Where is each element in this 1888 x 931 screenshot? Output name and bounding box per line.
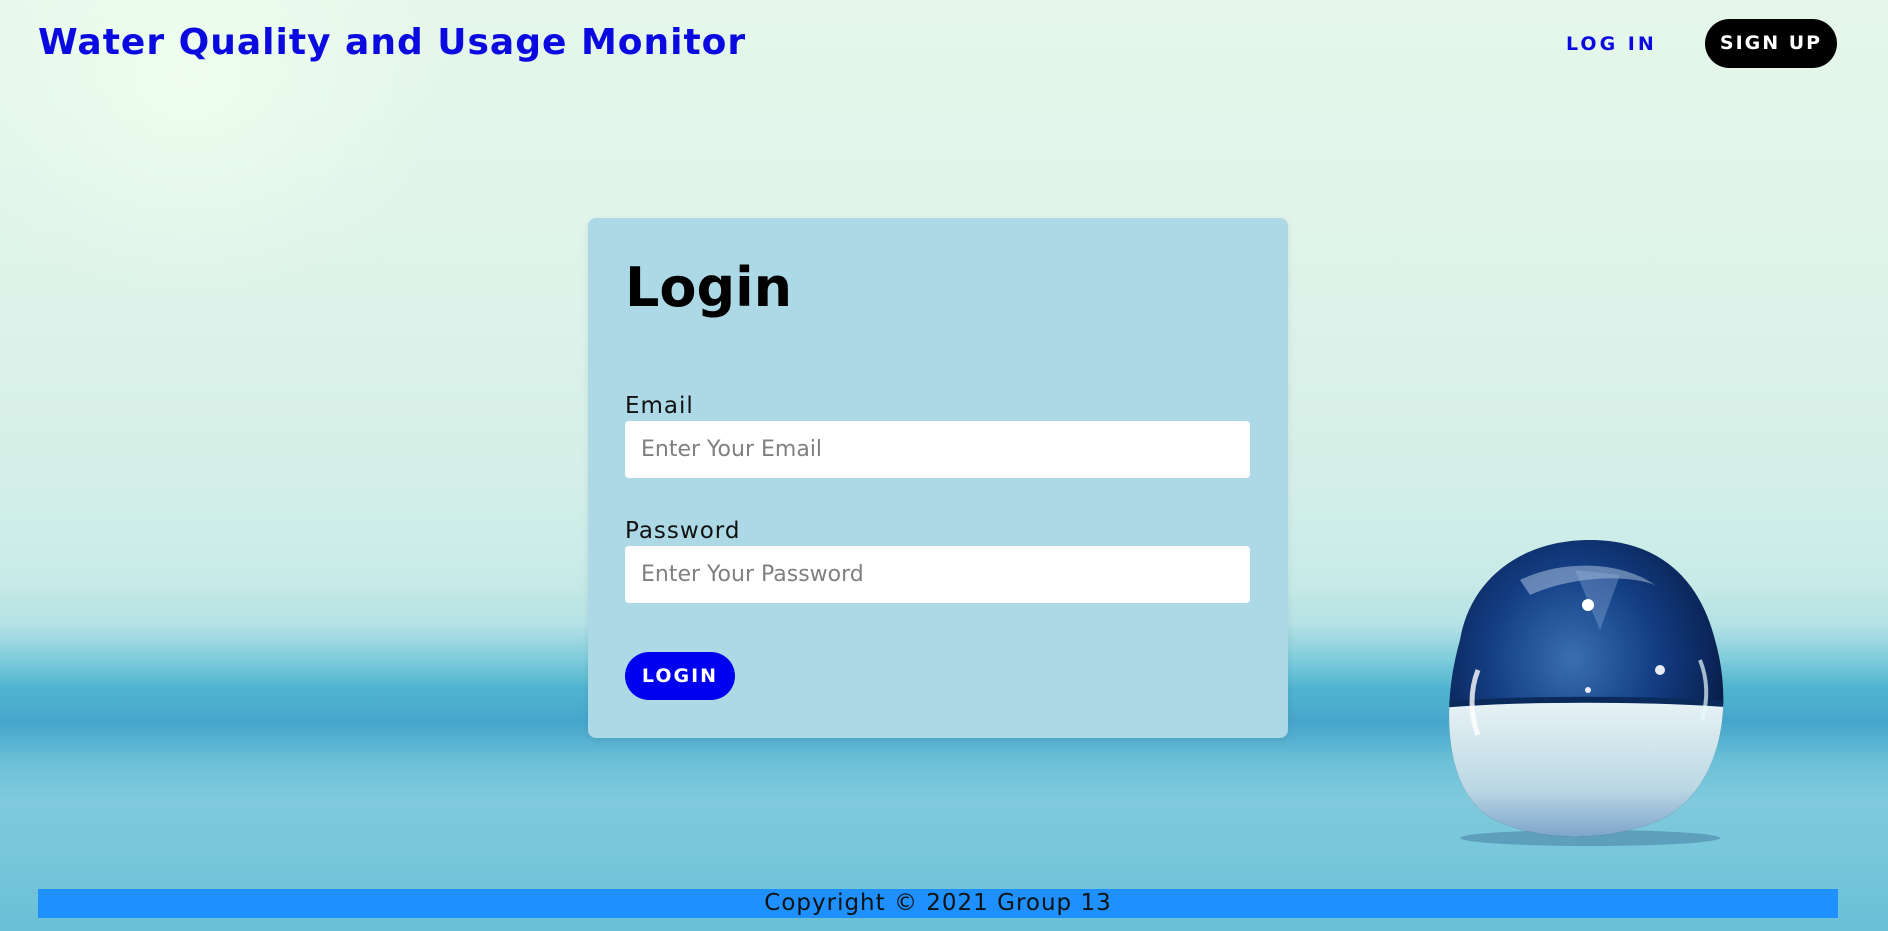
footer-copyright: Copyright © 2021 Group 13 xyxy=(38,889,1838,918)
login-button[interactable]: LOGIN xyxy=(625,652,735,700)
nav-signup-button[interactable]: SIGN UP xyxy=(1705,19,1837,68)
page-background: Water Quality and Usage Monitor LOG IN S… xyxy=(0,0,1888,931)
nav-login-link[interactable]: LOG IN xyxy=(1566,30,1657,58)
password-label: Password xyxy=(625,518,741,544)
email-label: Email xyxy=(625,393,694,419)
login-title: Login xyxy=(625,256,793,319)
water-drop-image xyxy=(1449,540,1724,846)
email-field[interactable] xyxy=(625,421,1250,478)
password-field[interactable] xyxy=(625,546,1250,603)
login-card: Login Email Password LOGIN xyxy=(588,218,1288,738)
site-title[interactable]: Water Quality and Usage Monitor xyxy=(38,22,746,63)
